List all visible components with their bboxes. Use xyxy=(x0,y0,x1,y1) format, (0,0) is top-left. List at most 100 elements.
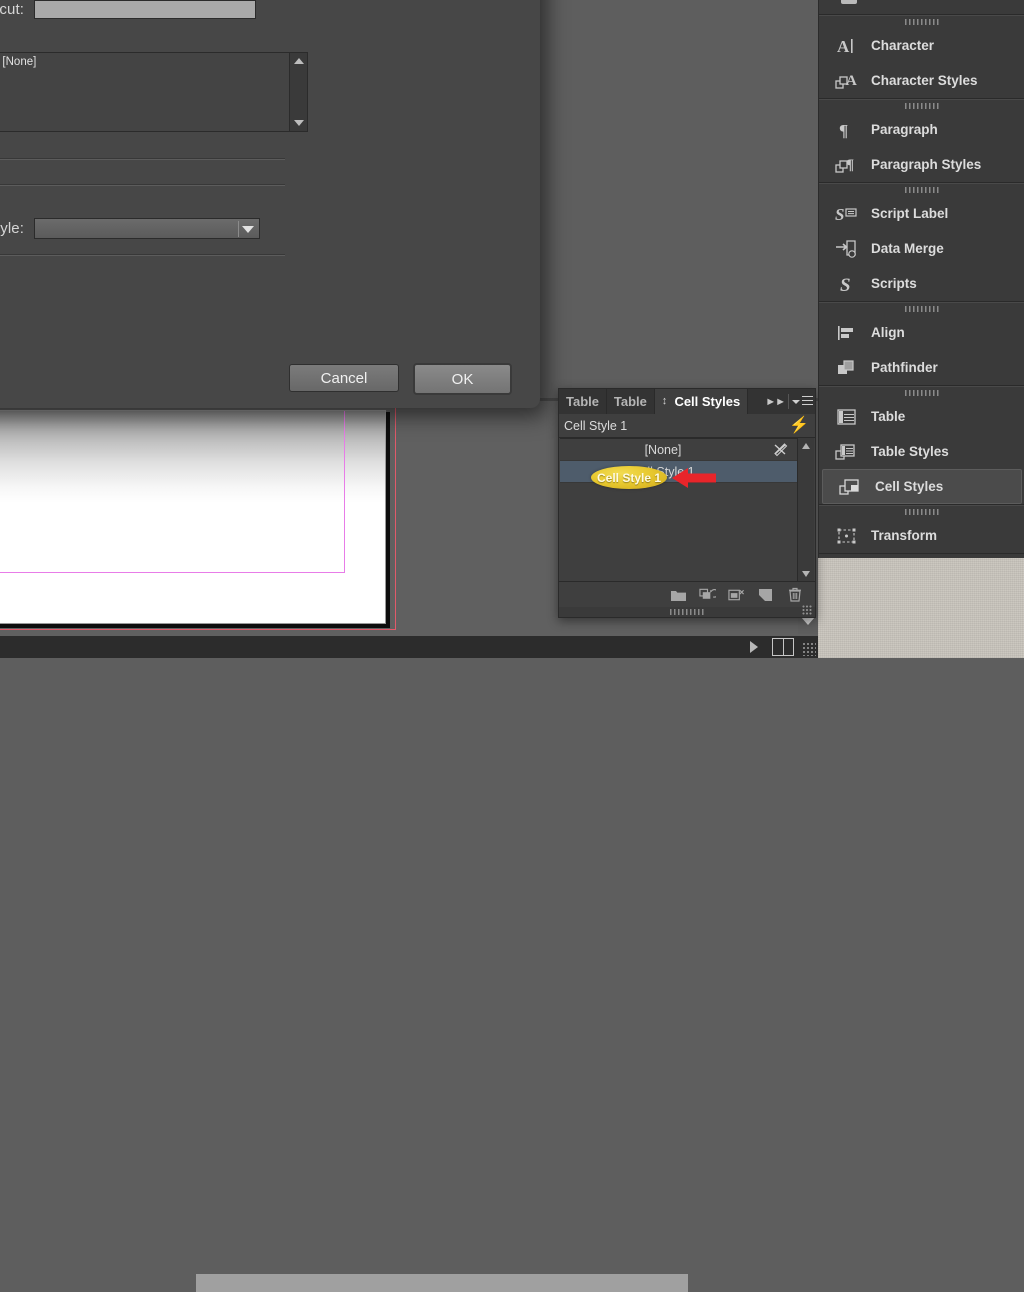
dock-item-character[interactable]: A Character xyxy=(819,28,1024,63)
paragraph-icon: ¶ xyxy=(835,119,859,141)
tab-table[interactable]: Table xyxy=(559,389,607,414)
style-settings-box[interactable]: [None] xyxy=(0,52,308,132)
scroll-up-arrow-icon[interactable] xyxy=(294,58,304,64)
resize-grip-icon[interactable] xyxy=(802,642,816,656)
create-new-style-icon[interactable] xyxy=(757,587,774,602)
dock-item-label: Table Styles xyxy=(871,444,949,459)
tab-table-styles[interactable]: Table xyxy=(607,389,655,414)
tab-label: Table xyxy=(566,394,599,409)
horizontal-scrollbar-thumb[interactable] xyxy=(196,1274,688,1292)
scroll-down-arrow-icon[interactable] xyxy=(802,571,810,577)
svg-text:S: S xyxy=(835,205,844,224)
dock-item-transform[interactable]: Transform xyxy=(819,518,1024,553)
application-window: Shortcut: tyle Settings: [None] agraph S… xyxy=(0,0,818,1292)
annotation-arrow-icon xyxy=(672,466,716,490)
dock-item-table-styles[interactable]: Table Styles xyxy=(819,434,1024,469)
select-separator xyxy=(238,221,239,237)
tab-label: Cell Styles xyxy=(674,394,741,409)
dock-group: ¶ Paragraph ¶ Paragraph Styles xyxy=(819,99,1024,183)
double-chevron-right-icon[interactable]: ►► xyxy=(762,389,788,414)
character-icon: A xyxy=(835,35,859,57)
clear-overrides-icon[interactable] xyxy=(699,587,716,602)
dock-group-grip[interactable] xyxy=(819,100,1024,112)
style-settings-scrollbar[interactable] xyxy=(289,53,307,131)
dock-item-paragraph[interactable]: ¶ Paragraph xyxy=(819,112,1024,147)
data-merge-icon xyxy=(835,238,859,260)
chevron-down-icon[interactable] xyxy=(242,226,254,233)
dock-group-grip[interactable] xyxy=(819,184,1024,196)
paragraph-style-select[interactable] xyxy=(34,218,260,239)
delete-style-trash-icon[interactable] xyxy=(786,587,803,602)
horizontal-scrollbar-track[interactable] xyxy=(0,636,780,1292)
dock-item-scripts[interactable]: S Scripts xyxy=(819,266,1024,301)
scroll-down-arrow-icon[interactable] xyxy=(294,120,304,126)
script-label-icon: S xyxy=(835,203,859,225)
grip-dots-icon xyxy=(905,19,939,25)
document-page[interactable] xyxy=(0,410,386,624)
current-style-name: Cell Style 1 xyxy=(564,418,628,433)
svg-text:¶: ¶ xyxy=(846,157,854,173)
annotation-highlight-ellipse: Cell Style 1 xyxy=(591,466,667,489)
partial-panel-icon xyxy=(841,0,857,4)
pathfinder-icon xyxy=(835,357,859,379)
dock-group: Table Table Styles Cell Styles xyxy=(819,386,1024,505)
dock-item-script-label[interactable]: S Script Label xyxy=(819,196,1024,231)
dock-group-grip[interactable] xyxy=(819,387,1024,399)
split-view-icon[interactable] xyxy=(772,638,794,656)
cancel-button[interactable]: Cancel xyxy=(289,364,399,392)
dock-item-data-merge[interactable]: Data Merge xyxy=(819,231,1024,266)
panel-resize-grip-icon[interactable] xyxy=(802,605,813,616)
ok-button[interactable]: OK xyxy=(413,363,512,395)
panel-menu-icon[interactable] xyxy=(789,389,815,414)
dock-item-character-styles[interactable]: A Character Styles xyxy=(819,63,1024,98)
grip-dots-icon xyxy=(905,509,939,515)
panel-vertical-scrollbar[interactable] xyxy=(797,438,814,582)
dock-item-pathfinder[interactable]: Pathfinder xyxy=(819,350,1024,385)
grip-dots-icon xyxy=(905,306,939,312)
style-list[interactable]: [None] Cell Style 1 xyxy=(560,438,800,582)
paragraph-style-label: agraph Style: xyxy=(0,220,24,237)
dock-item-cell-styles[interactable]: Cell Styles xyxy=(822,469,1022,504)
lightning-bolt-icon[interactable]: ⚡ xyxy=(789,417,815,434)
dock-item-label: Script Label xyxy=(871,206,949,221)
svg-text:A: A xyxy=(846,73,857,89)
dock-item-label: Scripts xyxy=(871,276,917,291)
dock-group: Transform xyxy=(819,505,1024,554)
scroll-right-arrow-icon[interactable] xyxy=(740,636,768,658)
svg-text:A: A xyxy=(837,37,850,56)
dock-group-grip[interactable] xyxy=(819,16,1024,28)
dock-group: Align Pathfinder xyxy=(819,302,1024,386)
panel-drag-grip[interactable] xyxy=(559,607,815,617)
style-settings-row: tyle Settings: [None] xyxy=(0,52,308,132)
cell-style-options-dialog: Shortcut: tyle Settings: [None] agraph S… xyxy=(0,0,540,408)
svg-text:S: S xyxy=(840,275,851,294)
shortcut-label: Shortcut: xyxy=(0,1,24,18)
dock-group-grip[interactable] xyxy=(819,303,1024,315)
new-style-group-folder-icon[interactable] xyxy=(670,587,687,602)
section-divider xyxy=(0,158,285,160)
style-name: [None] xyxy=(644,442,682,457)
none-style-icon xyxy=(773,442,788,457)
dock-item-align[interactable]: Align xyxy=(819,315,1024,350)
table-icon xyxy=(835,406,859,428)
align-icon xyxy=(835,322,859,344)
dock-item-paragraph-styles[interactable]: ¶ Paragraph Styles xyxy=(819,147,1024,182)
clear-attributes-not-defined-icon[interactable] xyxy=(728,587,745,602)
list-item[interactable]: [None] xyxy=(560,439,800,461)
cell-styles-icon xyxy=(839,476,863,498)
tab-label: Table xyxy=(613,394,647,409)
shortcut-input[interactable] xyxy=(34,0,256,19)
dock-item-label: Table xyxy=(871,409,906,424)
dock-top-partial-item[interactable] xyxy=(819,0,1024,15)
scroll-up-arrow-icon[interactable] xyxy=(802,443,810,449)
grip-dots-icon xyxy=(670,609,704,615)
tab-drag-grip-icon[interactable]: ↕ xyxy=(662,396,671,407)
grip-dots-icon xyxy=(905,103,939,109)
dock-group-grip[interactable] xyxy=(819,506,1024,518)
tab-cell-styles[interactable]: ↕ Cell Styles xyxy=(654,389,749,414)
current-style-bar: Cell Style 1 ⚡ xyxy=(559,414,815,438)
panel-dock: A Character A Character Styles ¶ Paragra… xyxy=(818,0,1024,558)
dock-item-table[interactable]: Table xyxy=(819,399,1024,434)
cell-styles-panel: Table Table ↕ Cell Styles ►► Cell Style … xyxy=(558,388,816,618)
dock-item-label: Cell Styles xyxy=(875,479,944,494)
